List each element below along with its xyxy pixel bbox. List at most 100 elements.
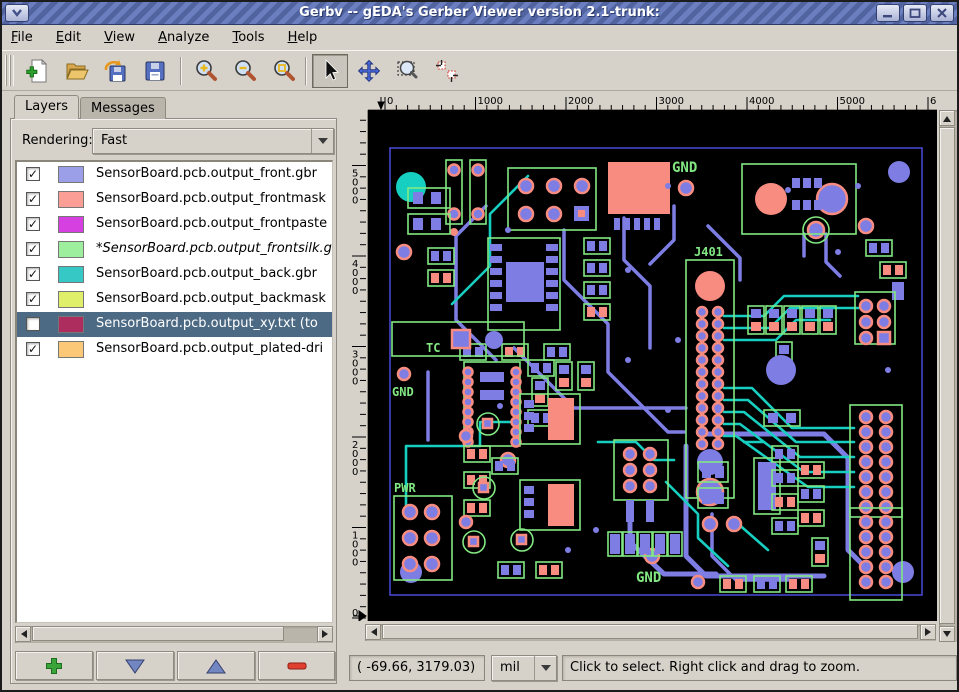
menu-tools[interactable]: Tools [223, 27, 273, 48]
save-button[interactable] [137, 54, 173, 88]
scroll-left-button[interactable] [365, 624, 381, 640]
menu-edit[interactable]: Edit [47, 27, 90, 48]
layer-row[interactable]: ✓SensorBoard.pcb.output_frontmask [17, 187, 333, 212]
zoom-fit-button[interactable] [266, 54, 302, 88]
move-layer-down-button[interactable] [96, 651, 174, 680]
layer-visibility-checkbox[interactable]: ✓ [26, 242, 40, 256]
zoom-selection-tool-button[interactable] [390, 54, 426, 88]
window-title: Gerbv -- gEDA's Gerber Viewer version 2.… [2, 5, 957, 20]
svg-text:0: 0 [352, 377, 358, 388]
horizontal-ruler: 0100020003000400050006000 [368, 94, 937, 110]
units-value: mil [500, 660, 520, 675]
layer-list[interactable]: ✓SensorBoard.pcb.output_front.gbr✓Sensor… [15, 160, 333, 623]
zoom-in-button[interactable] [188, 54, 224, 88]
units-select[interactable]: mil [491, 655, 557, 681]
menu-view[interactable]: View [95, 27, 144, 48]
zoom-out-button[interactable] [227, 54, 263, 88]
layer-color-swatch[interactable] [58, 191, 84, 208]
svg-text:6000: 6000 [930, 96, 937, 107]
layer-color-swatch[interactable] [58, 341, 84, 358]
layer-row[interactable]: ✓SensorBoard.pcb.output_front.gbr [17, 162, 333, 187]
minimize-button[interactable] [876, 4, 900, 22]
silk-label-gnd-bottom: GND [636, 570, 661, 586]
scrollbar-thumb[interactable] [32, 626, 284, 641]
svg-text:0: 0 [387, 96, 393, 107]
layer-row[interactable]: SensorBoard.pcb.output_xy.txt (to [17, 312, 333, 337]
svg-text:0: 0 [352, 196, 358, 207]
toolbar-grip[interactable] [5, 55, 14, 86]
svg-text:5000: 5000 [840, 96, 865, 107]
layer-visibility-checkbox[interactable]: ✓ [26, 167, 40, 181]
layer-color-swatch[interactable] [58, 166, 84, 183]
layer-visibility-checkbox[interactable]: ✓ [26, 342, 40, 356]
canvas-v-scrollbar[interactable] [939, 110, 957, 642]
menu-analyze[interactable]: Analyze [149, 27, 218, 48]
svg-text:0: 0 [352, 608, 358, 619]
layer-visibility-checkbox[interactable] [26, 317, 40, 331]
pointer-tool-button[interactable] [312, 54, 348, 88]
scrollbar-thumb[interactable] [382, 624, 918, 639]
scroll-up-button[interactable] [939, 110, 955, 126]
plus-icon [45, 657, 63, 675]
layer-row[interactable]: ✓SensorBoard.pcb.output_back.gbr [17, 262, 333, 287]
scroll-left-button[interactable] [15, 626, 31, 642]
sidebar-h-scrollbar[interactable] [15, 626, 333, 643]
layer-visibility-checkbox[interactable]: ✓ [26, 292, 40, 306]
scroll-right-button[interactable] [317, 626, 333, 642]
layer-color-swatch[interactable] [58, 266, 84, 283]
layer-row[interactable]: ✓ SensorBoard.pcb.output_backmask [17, 287, 333, 312]
pan-tool-button[interactable] [351, 54, 387, 88]
layer-visibility-checkbox[interactable]: ✓ [26, 217, 40, 231]
remove-layer-button[interactable] [258, 651, 335, 680]
move-layer-up-button[interactable] [177, 651, 255, 680]
maximize-button[interactable] [903, 4, 927, 22]
silk-label-gnd-left: GND [392, 385, 414, 399]
svg-text:0: 0 [352, 286, 358, 297]
add-layer-button[interactable] [15, 651, 93, 680]
vertical-ruler: 010002000300040005000 [348, 110, 368, 621]
zoom-selection-icon [395, 58, 421, 84]
layer-visibility-checkbox[interactable]: ✓ [26, 267, 40, 281]
scrollbar-thumb[interactable] [939, 127, 955, 624]
pointer-cursor-icon [317, 58, 343, 84]
maximize-icon [909, 8, 921, 18]
rendering-select[interactable]: Fast [92, 128, 334, 154]
layer-color-swatch[interactable] [58, 291, 84, 308]
layer-row[interactable]: ✓ *SensorBoard.pcb.output_frontsilk.g [17, 237, 333, 262]
silk-label-j401: J401 [694, 245, 723, 259]
layer-row[interactable]: ✓SensorBoard.pcb.output_frontpaste [17, 212, 333, 237]
layer-visibility-checkbox[interactable]: ✓ [26, 192, 40, 206]
titlebar[interactable]: Gerbv -- gEDA's Gerber Viewer version 2.… [2, 2, 957, 25]
svg-text:0: 0 [352, 467, 358, 478]
layer-label: *SensorBoard.pcb.output_frontsilk.g [96, 241, 332, 256]
save-floppy-icon [142, 58, 168, 84]
layer-row[interactable]: ✓SensorBoard.pcb.output_plated-dri [17, 337, 333, 362]
measure-icon [434, 58, 460, 84]
scroll-down-button[interactable] [939, 626, 955, 642]
combo-arrow [534, 656, 556, 680]
zoom-in-icon [193, 58, 219, 84]
pan-move-icon [356, 58, 382, 84]
status-hint: Click to select. Right click and drag to… [562, 655, 957, 681]
layer-color-swatch[interactable] [58, 241, 84, 258]
measure-tool-button[interactable] [429, 54, 465, 88]
pcb-canvas[interactable]: .g{fill:none;stroke:#82e882;stroke-width… [368, 110, 937, 621]
rendering-value: Fast [101, 133, 127, 148]
svg-text:3000: 3000 [659, 96, 684, 107]
layer-label: SensorBoard.pcb.output_backmask [96, 291, 326, 306]
open-button[interactable] [59, 54, 95, 88]
svg-text:1000: 1000 [478, 96, 503, 107]
layer-color-swatch[interactable] [58, 216, 84, 233]
combo-arrow [311, 129, 333, 153]
layer-color-swatch[interactable] [58, 316, 84, 333]
revert-button[interactable] [98, 54, 134, 88]
scroll-right-button[interactable] [920, 624, 936, 640]
menu-file[interactable]: File [2, 27, 42, 48]
tab-messages[interactable]: Messages [80, 97, 166, 119]
canvas-h-scrollbar[interactable] [365, 624, 936, 641]
tab-layers[interactable]: Layers [14, 95, 79, 119]
close-button[interactable] [930, 4, 954, 22]
menu-help[interactable]: Help [279, 27, 327, 48]
revert-save-icon [103, 58, 129, 84]
new-button[interactable] [20, 54, 56, 88]
